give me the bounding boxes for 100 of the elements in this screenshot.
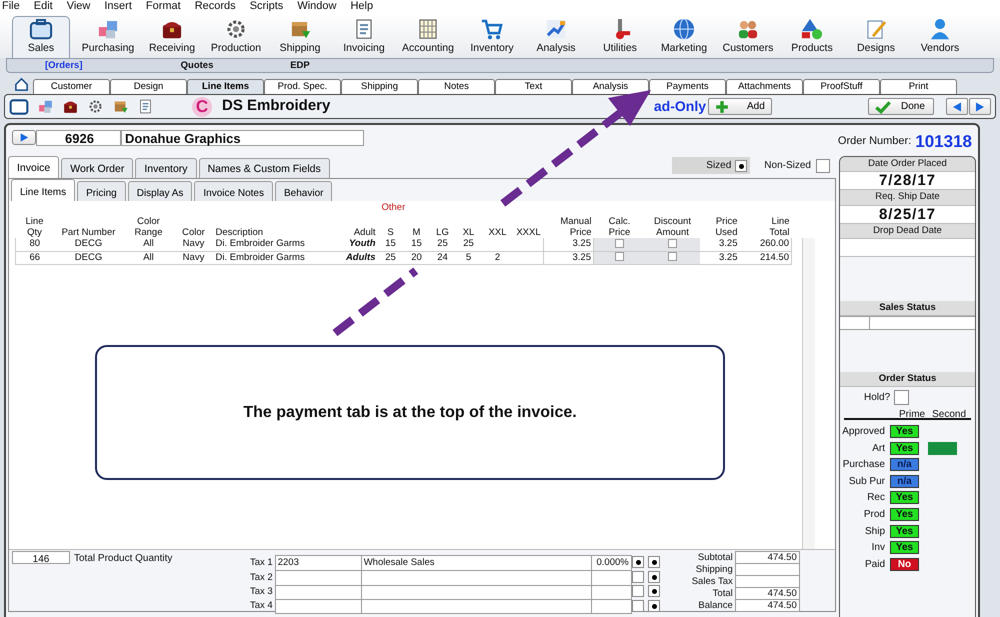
sub-tab[interactable]: Pricing [77,181,126,201]
record-tab[interactable]: Analysis [572,79,649,94]
tax-radio[interactable] [648,585,660,598]
date-value[interactable]: 7/28/17 [840,172,975,190]
checkbox[interactable] [668,252,677,262]
status-badge[interactable]: No [890,558,919,571]
tax-field[interactable]: 2203 [275,556,362,571]
play-button[interactable] [12,130,36,145]
tax-field[interactable] [591,585,632,600]
module-tab[interactable]: Purchasing [76,16,140,58]
module-tab[interactable]: Accounting [396,16,460,58]
sized-radio[interactable] [735,160,748,172]
date-field[interactable] [840,238,975,257]
module-tab[interactable]: Utilities [588,16,652,58]
tax-field[interactable]: Wholesale Sales [361,556,592,571]
status-badge[interactable]: Yes [890,541,919,554]
tax-radio[interactable] [632,556,644,568]
status-badge[interactable]: Yes [890,508,919,522]
subnav-link[interactable]: [Orders] [45,59,145,72]
record-tab[interactable]: Line Items [187,79,264,94]
tax-field[interactable] [591,599,632,614]
sub-tab[interactable]: Behavior [275,181,332,201]
menu-item[interactable]: Window [297,0,336,13]
status-badge[interactable]: n/a [890,458,919,472]
status-badge[interactable]: Yes [890,425,919,438]
status-badge[interactable]: Yes [890,491,919,504]
tax-field[interactable] [361,599,592,614]
invoice-tab[interactable]: Inventory [135,158,197,178]
module-tab[interactable]: Marketing [652,16,716,58]
record-tab[interactable]: Notes [418,79,495,94]
checkbox[interactable] [615,239,624,248]
subnav-link[interactable]: EDP [275,59,325,72]
status-badge[interactable]: Yes [890,442,919,455]
record-tab[interactable]: Text [495,79,572,94]
module-tab[interactable]: Production [204,16,268,58]
menu-item[interactable]: Insert [104,0,132,13]
tax-field[interactable]: 0.000% [591,556,632,571]
hold-checkbox[interactable] [894,390,910,405]
status-badge[interactable]: Yes [890,524,919,538]
module-tab[interactable]: Customers [716,16,780,58]
tax-radio[interactable] [648,556,660,568]
tax-radio[interactable] [648,600,660,612]
record-tab[interactable]: Attachments [726,79,803,94]
customer-field[interactable]: Donahue Graphics [121,130,364,146]
invoice-tab[interactable]: Invoice [8,156,60,178]
tax-radio[interactable] [632,600,644,612]
module-tab[interactable]: Sales [12,16,70,58]
invoice-tab[interactable]: Work Order [61,158,134,178]
tax-radio[interactable] [632,571,644,584]
module-tab[interactable]: Receiving [140,16,204,58]
menu-item[interactable]: Edit [34,0,53,13]
frame-icon[interactable] [9,96,29,116]
module-tab[interactable]: Inventory [460,16,524,58]
non-sized-checkbox[interactable] [816,158,830,172]
record-tab[interactable]: Payments [649,79,726,94]
tax-radio[interactable] [632,585,644,598]
status-badge[interactable]: n/a [890,474,919,488]
sub-tab[interactable]: Invoice Notes [194,181,273,201]
module-tab[interactable]: Designs [844,16,908,58]
tax-field[interactable] [591,570,632,585]
checkbox[interactable] [668,239,677,248]
previous-button[interactable] [946,98,968,115]
menu-item[interactable]: Scripts [250,0,284,13]
sales-status-field[interactable] [840,316,975,330]
module-tab[interactable]: Products [780,16,844,58]
record-tab[interactable]: Print [880,79,957,94]
subnav-link[interactable]: Quotes [162,59,232,72]
record-tab[interactable]: Design [110,79,187,94]
menu-item[interactable]: Help [350,0,374,13]
add-button[interactable]: Add [708,98,772,115]
next-button[interactable] [969,98,991,115]
tax-field[interactable] [361,585,592,600]
sub-tab[interactable]: Line Items [11,179,76,201]
module-tab[interactable]: Shipping [268,16,332,58]
done-button[interactable]: Done [868,98,934,115]
checkbox[interactable] [615,252,624,262]
invoice-tab[interactable]: Names & Custom Fields [198,158,330,178]
gear-icon[interactable] [87,98,104,115]
record-tab[interactable]: Customer [33,79,110,94]
record-tab[interactable]: Shipping [341,79,418,94]
module-tab[interactable]: Analysis [524,16,588,58]
module-tab[interactable]: Vendors [908,16,972,58]
module-tab[interactable]: Invoicing [332,16,396,58]
menu-item[interactable]: Format [146,0,181,13]
record-tab[interactable]: ProofStuff [803,79,880,94]
menu-item[interactable]: Records [194,0,236,13]
boxes-icon[interactable] [37,98,54,115]
tax-field[interactable] [275,570,362,585]
menu-item[interactable]: File [2,0,20,13]
scrollbar[interactable] [802,238,815,549]
tax-field[interactable] [275,585,362,600]
tax-radio[interactable] [648,571,660,584]
document-icon[interactable] [137,98,154,115]
order-id-field[interactable]: 6926 [36,130,121,146]
date-value[interactable]: 8/25/17 [840,206,975,224]
home-icon[interactable] [14,77,29,92]
record-tab[interactable]: Prod. Spec. [264,79,341,94]
menu-item[interactable]: View [66,0,90,13]
sub-tab[interactable]: Display As [128,181,192,201]
tax-field[interactable] [275,599,362,614]
